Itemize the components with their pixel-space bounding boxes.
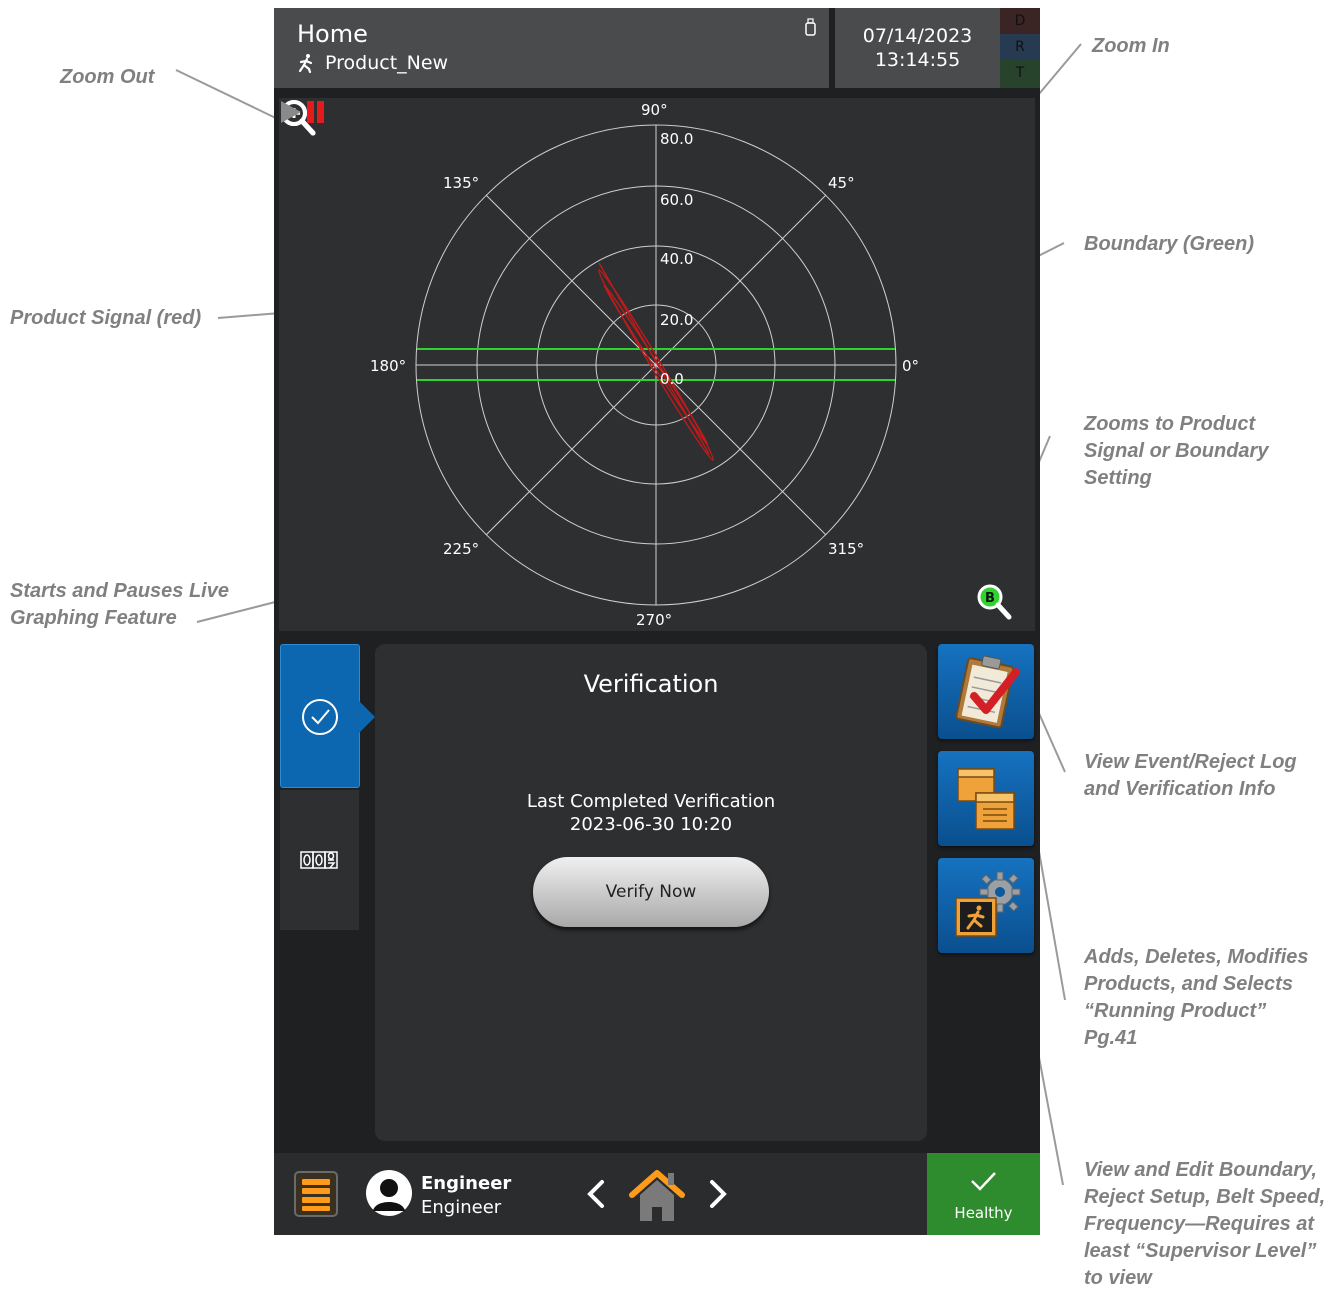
callout-line: View and Edit Boundary,	[1084, 1159, 1317, 1181]
device-screen: Home Product_New 07/14/2023 13:14:55 D R…	[274, 8, 1040, 1235]
health-status-button[interactable]: Healthy	[927, 1153, 1040, 1235]
angle-label: 0°	[902, 357, 919, 375]
callout-line: least “Supervisor Level”	[1084, 1240, 1317, 1262]
chevron-right-icon[interactable]	[706, 1177, 730, 1211]
zoom-badge-letter: B	[985, 591, 995, 606]
ring-label: 60.0	[660, 191, 693, 209]
user-avatar-icon[interactable]	[365, 1169, 413, 1217]
ring-label: 80.0	[660, 130, 693, 148]
time-text: 13:14:55	[874, 49, 961, 71]
callout-zooms-to: Zooms to Product Signal or Boundary Sett…	[1084, 411, 1268, 492]
tab-verification[interactable]	[280, 644, 360, 788]
callout-line: View Event/Reject Log	[1084, 751, 1297, 773]
callout-live-graph: Starts and Pauses Live Graphing Feature	[10, 578, 229, 632]
status-t: T	[1000, 60, 1040, 88]
last-verification: Last Completed Verification 2023-06-30 1…	[375, 790, 927, 836]
polar-graph: 80.0 60.0 40.0 20.0 0.0 90° 45° 0° 315° …	[279, 98, 1035, 631]
tab-pointer	[359, 701, 375, 733]
user-name: Engineer	[421, 1173, 512, 1194]
counter-icon	[300, 851, 338, 869]
angle-label: 90°	[641, 101, 668, 119]
play-pause-icon[interactable]	[279, 98, 329, 126]
callout-line: Reject Setup, Belt Speed,	[1084, 1186, 1326, 1208]
ring-label: 0.0	[660, 370, 684, 388]
clipboard-check-icon	[955, 655, 1020, 729]
product-name: Product_New	[325, 52, 449, 74]
checkmark-icon	[971, 1172, 996, 1191]
last-verification-value: 2023-06-30 10:20	[569, 814, 733, 835]
angle-label: 45°	[828, 174, 855, 192]
menu-icon[interactable]	[294, 1171, 338, 1217]
callout-zoom-in: Zoom In	[1092, 35, 1170, 57]
callout-line: and Verification Info	[1084, 778, 1276, 800]
user-role: Engineer	[421, 1197, 502, 1218]
bottom-bar: Engineer Engineer Healthy	[274, 1153, 1040, 1235]
products-button[interactable]	[938, 751, 1034, 846]
callout-line: Signal or Boundary	[1084, 440, 1269, 462]
last-verification-label: Last Completed Verification	[526, 791, 776, 812]
callout-line: to view	[1084, 1267, 1152, 1289]
date-time: 07/14/2023 13:14:55	[835, 8, 1000, 88]
running-product[interactable]: Product_New	[297, 52, 448, 74]
verify-now-button[interactable]: Verify Now	[533, 857, 769, 927]
callout-product-signal: Product Signal (red)	[10, 307, 202, 329]
gear-box-icon	[955, 871, 1021, 937]
settings-button[interactable]	[938, 858, 1034, 953]
angle-label: 315°	[828, 540, 864, 558]
zoom-boundary-icon: B	[977, 584, 1012, 620]
zoom-to-boundary-button[interactable]: B	[975, 582, 1015, 622]
callout-event-log: View Event/Reject Log and Verification I…	[1084, 749, 1297, 803]
callout-settings: View and Edit Boundary, Reject Setup, Be…	[1084, 1157, 1325, 1292]
callout-line: Adds, Deletes, Modifies	[1084, 946, 1309, 968]
event-log-button[interactable]	[938, 644, 1034, 739]
callout-zoom-out: Zoom Out	[60, 66, 155, 88]
boxes-icon	[957, 768, 1015, 830]
verification-panel: Verification Last Completed Verification…	[375, 644, 927, 1141]
callout-line: “Running Product”	[1084, 1000, 1267, 1022]
callout-line: Setting	[1084, 467, 1152, 489]
callout-boundary: Boundary (Green)	[1084, 233, 1255, 255]
health-status-label: Healthy	[954, 1204, 1013, 1222]
angle-label: 270°	[636, 611, 672, 629]
tab-counters[interactable]	[280, 790, 359, 930]
callout-line: Starts and Pauses Live	[10, 580, 229, 602]
callout-line: Graphing Feature	[10, 607, 177, 629]
home-icon[interactable]	[626, 1163, 688, 1225]
callout-line: Pg.41	[1084, 1027, 1138, 1049]
usb-icon	[805, 18, 816, 36]
status-r: R	[1000, 34, 1040, 60]
header-title-area: Home Product_New	[274, 8, 829, 88]
chevron-left-icon[interactable]	[584, 1177, 608, 1211]
ring-label: 20.0	[660, 311, 693, 329]
polar-plot: 80.0 60.0 40.0 20.0 0.0 90° 45° 0° 315° …	[370, 101, 919, 629]
status-d: D	[1000, 8, 1040, 34]
callout-line: Zooms to Product	[1084, 413, 1256, 435]
page-title: Home	[297, 20, 368, 48]
panel-title: Verification	[583, 670, 719, 698]
angle-label: 180°	[370, 357, 406, 375]
callout-line: Frequency—Requires at	[1084, 1213, 1315, 1235]
angle-label: 135°	[443, 174, 479, 192]
ring-label: 40.0	[660, 250, 693, 268]
running-man-icon	[298, 54, 313, 73]
angle-label: 225°	[443, 540, 479, 558]
check-circle-icon	[302, 699, 338, 735]
date-text: 07/14/2023	[862, 25, 973, 47]
callout-line: Products, and Selects	[1084, 973, 1293, 995]
callout-products: Adds, Deletes, Modifies Products, and Se…	[1084, 944, 1309, 1052]
